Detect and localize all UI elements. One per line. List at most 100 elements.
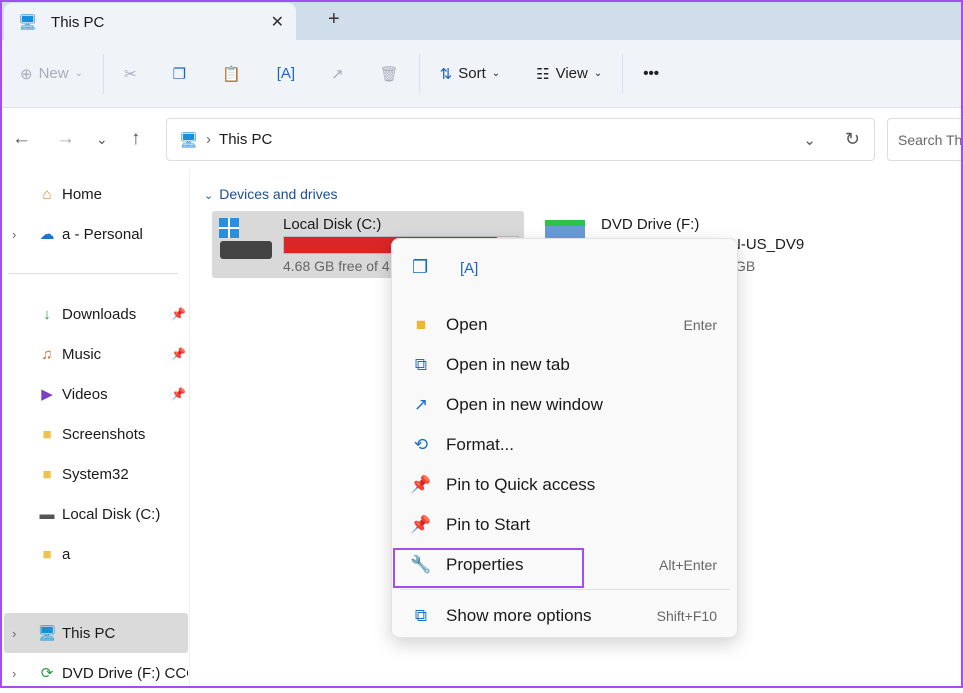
- label: Music: [62, 345, 102, 363]
- sidebar-item-local-disk[interactable]: ▬ Local Disk (C:): [0, 494, 188, 534]
- rename-icon: [A]: [276, 65, 296, 82]
- pin-icon: 📌: [171, 387, 186, 401]
- back-arrow-icon[interactable]: ←: [12, 128, 31, 150]
- more-options-icon: ⧉: [414, 606, 428, 625]
- cut-button[interactable]: ✂: [124, 65, 137, 83]
- label: Pin to Start: [446, 515, 531, 534]
- navigation-pane: ⌂ Home › ☁ a - Personal ↓ Downloads 📌 ♫ Music 📌…: [0, 170, 190, 688]
- paste-button[interactable]: 📋: [222, 65, 241, 83]
- clipboard-icon: 📋: [222, 65, 241, 83]
- label: Local Disk (C:): [62, 505, 161, 523]
- dvd-size: GB: [735, 258, 756, 274]
- group-label: Devices and drives: [219, 186, 338, 202]
- dvd-volume-label: N-US_DV9: [730, 236, 805, 253]
- hard-drive-icon: [220, 241, 272, 259]
- pin-icon: 📌: [171, 307, 186, 321]
- pin-icon: 📌: [171, 347, 186, 361]
- folder-icon: ■: [42, 465, 52, 483]
- forward-arrow-icon[interactable]: →: [56, 128, 75, 150]
- new-tab-icon: ⧉: [414, 355, 428, 374]
- chevron-down-icon: ⌄: [74, 68, 83, 79]
- menu-item-open-new-window[interactable]: ↗ Open in new window: [392, 385, 737, 425]
- sidebar-item-screenshots[interactable]: ■ Screenshots: [0, 414, 188, 454]
- sidebar-item-dvd-drive[interactable]: › ⟳ DVD Drive (F:) CCCOMA_X64FRE_EN-US_DV9: [0, 653, 188, 693]
- folder-icon: ■: [42, 425, 52, 443]
- sidebar-item-music[interactable]: ♫ Music 📌: [0, 334, 188, 374]
- chevron-right-icon[interactable]: ›: [12, 626, 16, 641]
- chevron-right-icon[interactable]: ›: [12, 227, 16, 242]
- share-icon: ↗: [331, 65, 344, 83]
- label: Videos: [62, 385, 108, 403]
- menu-item-pin-quick-access[interactable]: 📌 Pin to Quick access: [392, 465, 737, 505]
- close-tab-icon[interactable]: ✕: [271, 12, 284, 32]
- sidebar-item-onedrive[interactable]: › ☁ a - Personal: [0, 214, 188, 254]
- menu-item-format[interactable]: ⟲ Format...: [392, 425, 737, 465]
- plus-circle-icon: ⊕: [20, 65, 33, 83]
- label: This PC: [62, 624, 116, 642]
- monitor-icon: 🖥: [179, 131, 199, 149]
- label: Format...: [446, 435, 515, 454]
- share-button[interactable]: ↗: [331, 65, 344, 83]
- sidebar-item-a[interactable]: ■ a: [0, 534, 188, 574]
- sidebar-item-videos[interactable]: ▶ Videos 📌: [0, 374, 188, 414]
- chevron-right-icon: ›: [206, 131, 212, 148]
- new-button[interactable]: ⊕ New ⌄: [20, 65, 83, 83]
- dvd-drive-icon[interactable]: [545, 220, 585, 240]
- address-bar[interactable]: 🖥 › This PC ⌄ ↻: [166, 118, 875, 161]
- drive-icon: ▬: [39, 505, 55, 523]
- chevron-down-icon[interactable]: ⌄: [803, 131, 816, 149]
- folder-icon: ■: [415, 315, 427, 334]
- shortcut: Shift+F10: [656, 608, 717, 624]
- sidebar-item-system32[interactable]: ■ System32: [0, 454, 188, 494]
- menu-item-pin-start[interactable]: 📌 Pin to Start: [392, 505, 737, 545]
- breadcrumb[interactable]: This PC: [219, 131, 272, 148]
- refresh-icon[interactable]: ↻: [845, 129, 860, 150]
- rename-button[interactable]: [A]: [277, 65, 295, 82]
- up-arrow-icon[interactable]: ↑: [131, 128, 141, 150]
- download-icon: ↓: [43, 305, 51, 323]
- label: DVD Drive (F:) CCCOMA_X64FRE_EN-US_DV9: [62, 664, 188, 682]
- recent-dropdown-icon[interactable]: ⌄: [96, 131, 108, 148]
- video-icon: ▶: [41, 386, 53, 403]
- sidebar-item-downloads[interactable]: ↓ Downloads 📌: [0, 294, 188, 334]
- new-tab-button[interactable]: +: [328, 8, 340, 31]
- tab-this-pc[interactable]: 🖥 This PC ✕: [4, 3, 296, 41]
- sort-button[interactable]: ⇅ Sort ⌄: [440, 65, 500, 83]
- shortcut: Enter: [683, 317, 717, 333]
- drive-name: Local Disk (C:): [283, 216, 382, 233]
- menu-item-open[interactable]: ■ Open Enter: [392, 305, 737, 345]
- new-window-icon: ↗: [413, 395, 429, 414]
- menu-item-show-more-options[interactable]: ⧉ Show more options Shift+F10: [392, 596, 737, 636]
- monitor-icon: 🖥: [37, 625, 57, 642]
- group-header[interactable]: ⌄ Devices and drives: [204, 186, 338, 202]
- monitor-icon: 🖥: [18, 14, 38, 31]
- label: Pin to Quick access: [446, 475, 596, 494]
- pin-icon: 📌: [410, 475, 432, 494]
- home-icon: ⌂: [42, 185, 52, 203]
- divider: [102, 53, 104, 94]
- delete-button[interactable]: 🗑: [380, 65, 399, 83]
- properties-highlight-box: [393, 548, 584, 588]
- tab-title: This PC: [51, 13, 105, 31]
- sidebar-item-this-pc[interactable]: › 🖥 This PC: [4, 613, 188, 653]
- sort-icon: ⇅: [439, 65, 453, 83]
- copy-icon[interactable]: ❐: [412, 257, 428, 278]
- view-button[interactable]: ☷ View ⌄: [536, 65, 602, 83]
- menu-item-open-new-tab[interactable]: ⧉ Open in new tab: [392, 345, 737, 385]
- music-icon: ♫: [41, 345, 53, 363]
- sidebar-item-home[interactable]: ⌂ Home: [0, 174, 188, 214]
- trash-icon: 🗑: [379, 65, 399, 83]
- shortcut: Alt+Enter: [659, 557, 717, 573]
- cloud-icon: ☁: [39, 226, 55, 243]
- copy-button[interactable]: ❐: [173, 65, 186, 83]
- divider: [418, 53, 420, 94]
- dvd-drive-name[interactable]: DVD Drive (F:): [601, 216, 699, 233]
- rename-icon[interactable]: [A]: [460, 260, 478, 277]
- tab-bar: 🖥 This PC ✕ +: [0, 0, 963, 41]
- view-label: View: [555, 65, 588, 82]
- chevron-down-icon: ⌄: [204, 190, 214, 202]
- more-button[interactable]: •••: [643, 65, 659, 82]
- new-label: New: [38, 65, 69, 82]
- search-input[interactable]: Search This PC: [887, 118, 963, 161]
- chevron-right-icon[interactable]: ›: [12, 666, 16, 681]
